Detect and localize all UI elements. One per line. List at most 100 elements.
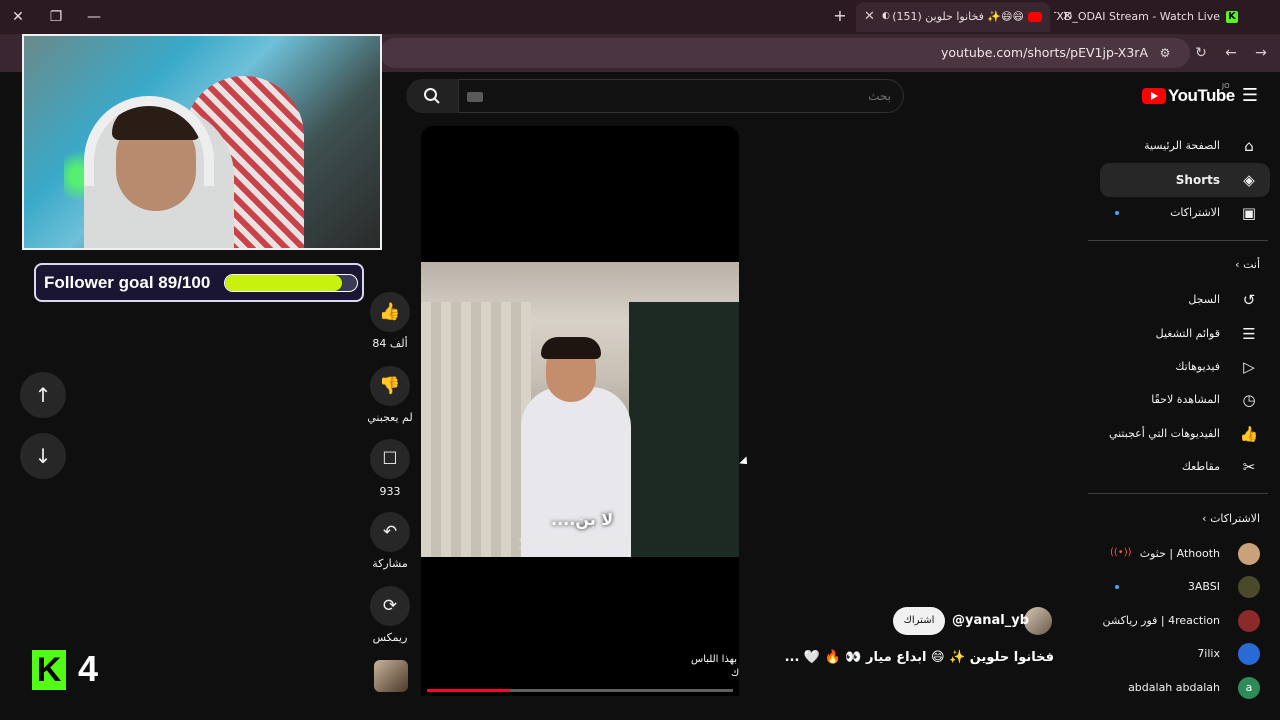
close-tab-icon[interactable]: ✕ <box>864 2 875 32</box>
live-icon: ((•)) <box>1110 547 1132 558</box>
sidebar-sub-3absi[interactable]: 3ABSI <box>1100 570 1270 604</box>
new-tab-button[interactable]: + <box>830 6 850 26</box>
channel-name[interactable]: @yanal_yb <box>952 613 1029 628</box>
dark-wall <box>629 302 739 557</box>
share-icon: ↶ <box>382 522 398 542</box>
follower-goal-label: Follower goal 89/100 <box>44 273 211 292</box>
sidebar-item-label: Athooth | حثوث <box>1139 547 1220 560</box>
like-button[interactable]: 👍 <box>370 292 410 332</box>
remix-icon: ⟳ <box>382 596 398 616</box>
sidebar-item-label: السجل <box>1188 293 1220 306</box>
sidebar-sub-athooth[interactable]: ((•)) Athooth | حثوث <box>1100 537 1270 571</box>
url-text[interactable]: youtube.com/shorts/pEV1jp-X3rA <box>941 38 1148 68</box>
reload-icon[interactable]: ↻ <box>1190 42 1212 64</box>
remix-button[interactable]: ⟳ <box>370 586 410 626</box>
restore-window-icon[interactable]: ❐ <box>44 6 68 28</box>
clock-icon: ◷ <box>1242 391 1256 409</box>
playlists-icon: ☰ <box>1242 325 1256 343</box>
youtube-sidebar: YouTube JO ☰ ⌂ الصفحة الرئيسية ◈ Shorts … <box>1088 72 1280 720</box>
sidebar-item-liked-videos[interactable]: 👍 الفيديوهات التي أعجبتني <box>1100 417 1270 451</box>
streamer-webcam <box>22 34 382 250</box>
follower-goal-bar <box>224 274 358 292</box>
comment-count: 933 <box>379 485 401 498</box>
sidebar-item-label: الصفحة الرئيسية <box>1144 139 1220 152</box>
site-settings-icon[interactable]: ⚙ <box>1154 42 1176 64</box>
share-label: مشاركة <box>372 557 408 570</box>
arrow-up-icon: ↑ <box>34 383 52 407</box>
person-hair <box>541 337 601 359</box>
tab-kick-stream[interactable]: ✕ TXD_ODAI Stream - Watch Live K <box>1054 2 1250 32</box>
arrow-down-icon: ↓ <box>34 444 52 468</box>
minimize-window-icon[interactable]: — <box>82 6 106 28</box>
tab-title: TXD_ODAI Stream - Watch Live <box>1054 10 1220 23</box>
short-video-player[interactable]: لا بن.... yanalxsif س بهذا اللباس ك <box>421 126 739 696</box>
you-section-heading[interactable]: أنت › <box>1235 258 1260 271</box>
search-input[interactable] <box>691 80 891 112</box>
tab-title: (151) فخانوا حلوين ✨😄😄 <box>892 10 1024 23</box>
channel-avatar <box>1238 610 1260 632</box>
new-content-dot <box>1115 211 1119 215</box>
video-progress-fill <box>427 689 510 692</box>
video-title[interactable]: فخانوا حلوين ✨ 😄 ابداع ميار 👀 🔥 🤍 ... <box>780 650 1054 665</box>
sidebar-item-label: 4reaction | فور رياكشن <box>1102 614 1220 627</box>
kick-favicon-icon: K <box>1226 11 1238 23</box>
kick-logo-icon: K <box>32 650 66 690</box>
your-videos-icon: ▷ <box>1243 358 1255 376</box>
share-button[interactable]: ↶ <box>370 512 410 552</box>
back-icon[interactable]: ← <box>1220 42 1242 64</box>
sidebar-item-home[interactable]: ⌂ الصفحة الرئيسية <box>1100 129 1270 163</box>
subscriptions-section-heading[interactable]: الاشتراكات › <box>1202 512 1260 525</box>
video-overflow-text-2: ك <box>731 668 739 679</box>
comment-icon: ☐ <box>382 449 398 469</box>
thumbs-down-icon: 👎 <box>379 376 401 396</box>
subscribe-button[interactable]: اشتراك <box>893 607 945 635</box>
person-shirt <box>521 387 631 557</box>
sidebar-item-shorts[interactable]: ◈ Shorts <box>1100 163 1270 197</box>
shorts-icon: ◈ <box>1243 171 1255 189</box>
follower-goal-fill <box>225 275 343 291</box>
sidebar-item-label: مقاطعك <box>1181 460 1220 473</box>
sidebar-item-playlists[interactable]: ☰ قوائم التشغيل <box>1100 317 1270 351</box>
channel-avatar <box>1238 576 1260 598</box>
video-progress-bar[interactable] <box>427 689 733 692</box>
sidebar-item-label: فيديوهاتك <box>1175 360 1220 373</box>
forward-icon[interactable]: → <box>1250 42 1272 64</box>
region-code: JO <box>1222 82 1230 90</box>
sidebar-item-subscriptions[interactable]: ▣ الاشتراكات <box>1100 196 1270 230</box>
video-caption: لا بن.... <box>551 510 614 529</box>
dislike-button[interactable]: 👎 <box>370 366 410 406</box>
search-button[interactable] <box>406 79 458 113</box>
sidebar-sub-abdalah[interactable]: a abdalah abdalah <box>1100 671 1270 705</box>
sidebar-item-your-videos[interactable]: ▷ فيديوهاتك <box>1100 350 1270 384</box>
sound-thumbnail[interactable] <box>374 660 408 692</box>
close-window-icon[interactable]: ✕ <box>6 6 30 28</box>
sidebar-item-clips[interactable]: ✂ مقاطعك <box>1100 450 1270 484</box>
sidebar-item-label: الفيديوهات التي أعجبتني <box>1108 427 1220 440</box>
thumbs-up-icon: 👍 <box>379 302 401 322</box>
chevron-right-icon: › <box>1202 512 1207 525</box>
sidebar-sub-4reaction[interactable]: 4reaction | فور رياكشن <box>1100 604 1270 638</box>
omnibox[interactable]: youtube.com/shorts/pEV1jp-X3rA ⚙ <box>380 38 1190 68</box>
sidebar-divider <box>1088 240 1268 241</box>
sidebar-item-history[interactable]: ↺ السجل <box>1100 283 1270 317</box>
sidebar-item-label: المشاهدة لاحقًا <box>1151 393 1220 406</box>
next-short-button[interactable]: ↓ <box>20 433 66 479</box>
audio-icon: ◐ <box>882 11 890 21</box>
history-icon: ↺ <box>1242 291 1256 309</box>
previous-short-button[interactable]: ↑ <box>20 372 66 418</box>
sidebar-sub-7ilix[interactable]: 7ilix <box>1100 637 1270 671</box>
comments-button[interactable]: ☐ <box>370 439 410 479</box>
youtube-logo-icon[interactable] <box>1142 88 1166 104</box>
thumbs-up-icon: 👍 <box>1239 425 1259 443</box>
curtain <box>421 302 531 557</box>
chevron-right-icon: › <box>1235 258 1240 271</box>
sidebar-item-watch-later[interactable]: ◷ المشاهدة لاحقًا <box>1100 383 1270 417</box>
home-icon: ⌂ <box>1244 137 1254 155</box>
video-overflow-text: س بهذا اللباس <box>691 654 739 665</box>
tab-youtube-short[interactable]: ✕ ◐ (151) فخانوا حلوين ✨😄😄 <box>856 2 1050 32</box>
sidebar-item-label: Shorts <box>1175 173 1220 187</box>
subs-heading-label: الاشتراكات <box>1210 512 1260 525</box>
menu-icon[interactable]: ☰ <box>1240 86 1260 106</box>
browser-tab-bar: ✕ ❐ — + ✕ ◐ (151) فخانوا حلوين ✨😄😄 ✕ TXD… <box>0 0 1280 34</box>
keyboard-icon[interactable] <box>467 92 483 102</box>
